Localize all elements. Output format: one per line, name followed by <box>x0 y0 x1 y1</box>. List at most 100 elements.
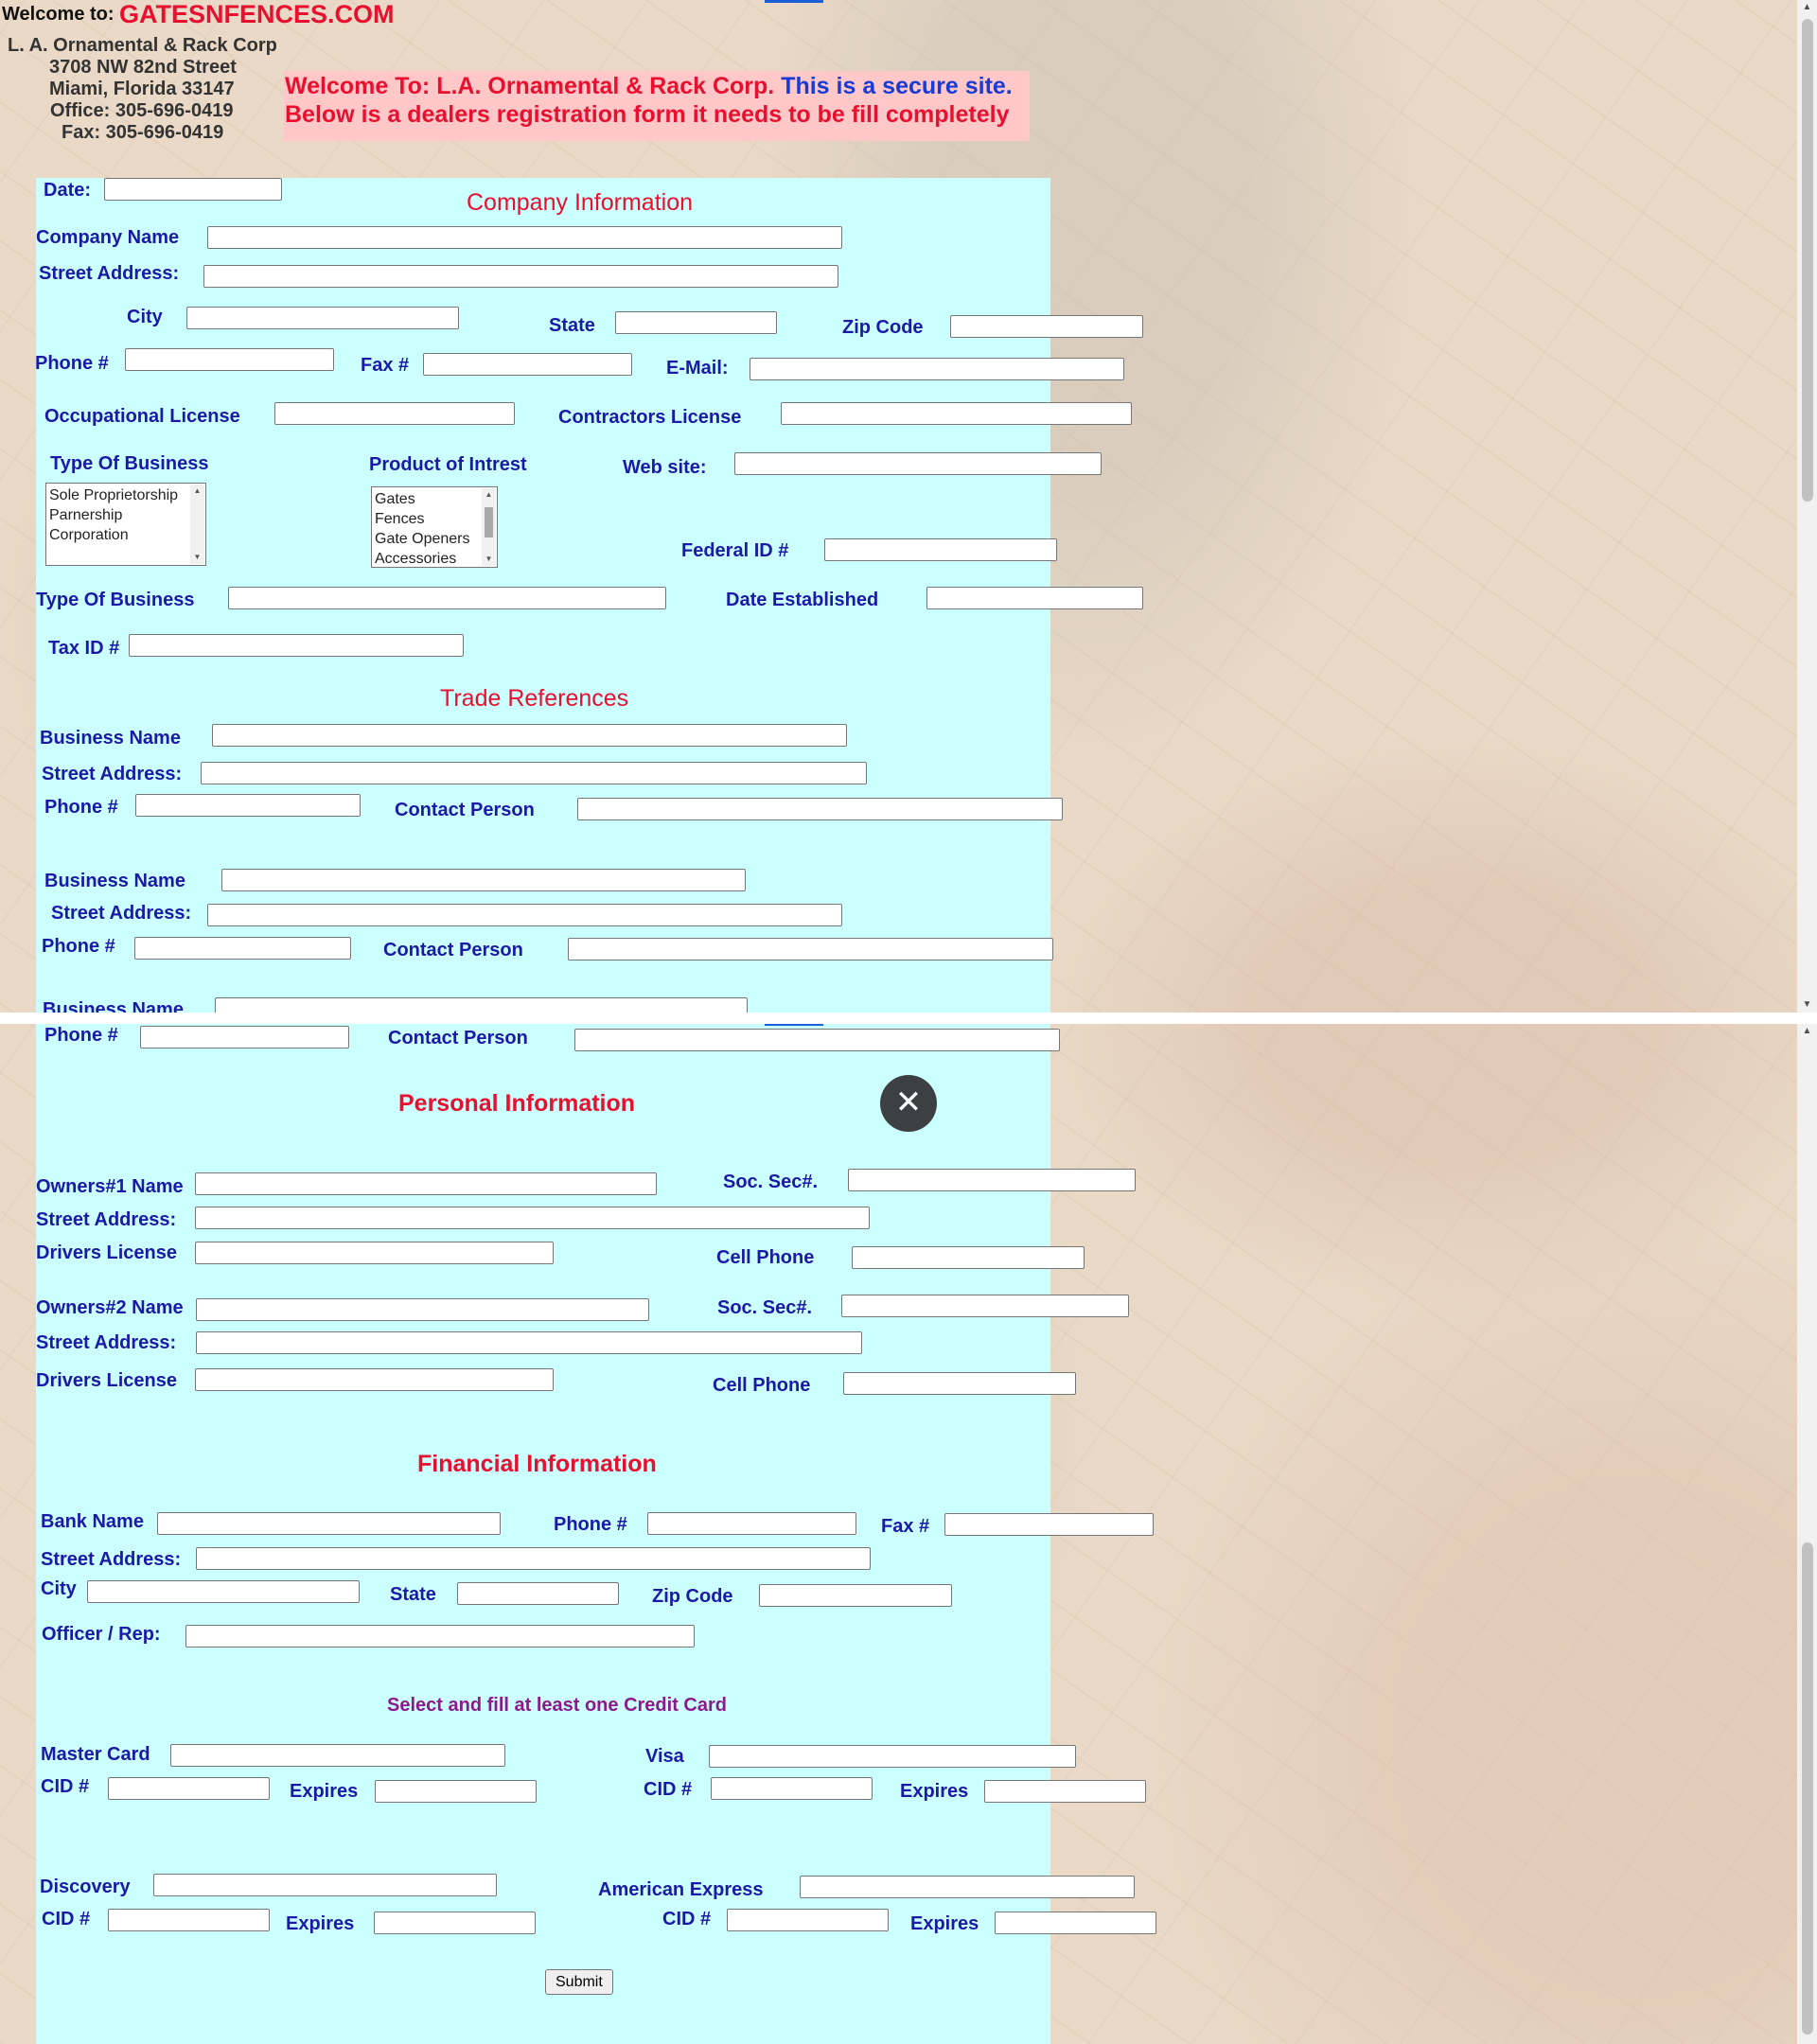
date-input[interactable] <box>104 178 282 201</box>
scroll-thumb[interactable] <box>485 507 493 537</box>
company-city-state: Miami, Florida 33147 <box>49 79 235 99</box>
amex-expires-input[interactable] <box>995 1912 1156 1934</box>
scroll-up-arrow-icon[interactable]: ▲ <box>1797 1024 1817 1039</box>
discovery-expires-input[interactable] <box>374 1912 536 1934</box>
federal-id-input[interactable] <box>824 538 1057 561</box>
owner2-name-input[interactable] <box>196 1298 649 1321</box>
trade1-business-name-input[interactable] <box>212 724 847 747</box>
banner-welcome-text: Welcome To: L.A. Ornamental & Rack Corp. <box>285 73 775 99</box>
owner2-street-input[interactable] <box>196 1331 862 1354</box>
credit-card-note: Select and fill at least one Credit Card <box>387 1695 727 1716</box>
street-address-input[interactable] <box>203 265 838 288</box>
bank-fax-input[interactable] <box>944 1513 1154 1536</box>
listbox-scrollbar[interactable]: ▲ ▼ <box>482 488 496 566</box>
listbox-option[interactable]: Gates <box>375 489 497 509</box>
scroll-up-arrow-icon[interactable]: ▲ <box>482 488 496 502</box>
owner1-cell-input[interactable] <box>852 1246 1085 1269</box>
mastercard-cid-input[interactable] <box>108 1777 270 1800</box>
state-input[interactable] <box>615 311 777 334</box>
phone-input[interactable] <box>125 348 334 371</box>
officer-input[interactable] <box>185 1625 695 1648</box>
close-icon[interactable]: ✕ <box>880 1075 937 1132</box>
email-input[interactable] <box>750 358 1124 380</box>
trade3-business-name-input[interactable] <box>215 997 748 1013</box>
owner1-license-input[interactable] <box>195 1242 554 1264</box>
scroll-thumb[interactable] <box>1802 1542 1813 2035</box>
page-scrollbar[interactable]: ▲ <box>1797 1024 1817 2044</box>
discovery-cid-label: CID # <box>42 1909 91 1929</box>
bank-street-input[interactable] <box>196 1547 871 1570</box>
listbox-option[interactable]: Fences <box>375 509 497 529</box>
bank-city-input[interactable] <box>87 1580 360 1603</box>
product-of-interest-label: Product of Intrest <box>369 454 527 475</box>
owner2-cell-label: Cell Phone <box>713 1375 811 1396</box>
company-name-input[interactable] <box>207 226 842 249</box>
listbox-option[interactable]: Corporation <box>49 525 205 545</box>
listbox-option[interactable]: Parnership <box>49 505 205 525</box>
discovery-cid-input[interactable] <box>108 1909 270 1931</box>
listbox-option[interactable]: Sole Proprietorship <box>49 485 205 505</box>
owner2-ssn-input[interactable] <box>841 1295 1129 1317</box>
scroll-down-arrow-icon[interactable]: ▼ <box>190 551 204 564</box>
trade-phone-label: Phone # <box>44 797 118 818</box>
mastercard-cid-label: CID # <box>41 1776 90 1797</box>
trade1-phone-input[interactable] <box>135 794 361 817</box>
page-scrollbar[interactable]: ▲ ▼ <box>1797 0 1817 1013</box>
owner1-street-input[interactable] <box>195 1207 870 1229</box>
company-name: L. A. Ornamental & Rack Corp <box>8 35 277 56</box>
bank-zip-input[interactable] <box>759 1584 952 1607</box>
trade2-contact-person-input[interactable] <box>568 938 1053 960</box>
financial-info-title: Financial Information <box>417 1451 657 1477</box>
city-input[interactable] <box>186 307 459 329</box>
amex-input[interactable] <box>800 1876 1135 1898</box>
amex-cid-input[interactable] <box>727 1909 889 1931</box>
trade2-business-name-input[interactable] <box>221 869 746 891</box>
trade2-street-address-input[interactable] <box>207 904 842 926</box>
listbox-option[interactable]: Gate Openers <box>375 529 497 549</box>
fax-label: Fax # <box>361 355 410 376</box>
master-card-input[interactable] <box>170 1744 505 1767</box>
site-name-link[interactable]: GATESNFENCES.COM <box>119 0 395 29</box>
company-fax: Fax: 305-696-0419 <box>62 122 224 143</box>
submit-button[interactable]: Submit <box>545 1969 613 1995</box>
date-established-input[interactable] <box>926 587 1143 609</box>
occupational-license-input[interactable] <box>274 402 515 425</box>
scroll-down-arrow-icon[interactable]: ▼ <box>482 553 496 566</box>
mastercard-expires-input[interactable] <box>375 1780 537 1803</box>
tax-id-input[interactable] <box>129 634 464 657</box>
scroll-up-arrow-icon[interactable]: ▲ <box>1797 0 1817 15</box>
discovery-input[interactable] <box>153 1874 497 1896</box>
type-of-business-input[interactable] <box>228 587 666 609</box>
city-label: City <box>127 307 163 327</box>
company-street: 3708 NW 82nd Street <box>49 57 237 78</box>
zip-input[interactable] <box>950 315 1143 338</box>
trade3-contact-person-input[interactable] <box>574 1029 1060 1051</box>
listbox-scrollbar[interactable]: ▲ ▼ <box>190 485 204 564</box>
trade1-street-address-input[interactable] <box>201 762 867 784</box>
visa-cid-input[interactable] <box>711 1777 873 1800</box>
listbox-option[interactable]: Accessories <box>375 549 497 569</box>
contractors-license-input[interactable] <box>781 402 1132 425</box>
trade-business-name-label: Business Name <box>44 871 185 891</box>
trade3-phone-input[interactable] <box>140 1026 349 1048</box>
bank-name-input[interactable] <box>157 1512 501 1535</box>
bank-phone-input[interactable] <box>647 1512 856 1535</box>
owner1-name-input[interactable] <box>195 1172 657 1195</box>
web-site-input[interactable] <box>734 452 1102 475</box>
visa-expires-input[interactable] <box>984 1780 1146 1803</box>
scroll-thumb[interactable] <box>1802 19 1813 502</box>
trade2-phone-input[interactable] <box>134 937 351 960</box>
business-type-listbox[interactable]: Sole Proprietorship Parnership Corporati… <box>45 483 206 566</box>
product-listbox[interactable]: Gates Fences Gate Openers Accessories ▲ … <box>371 486 498 568</box>
scroll-up-arrow-icon[interactable]: ▲ <box>190 485 204 498</box>
owner2-cell-input[interactable] <box>843 1372 1076 1395</box>
owner2-license-input[interactable] <box>195 1368 554 1391</box>
bank-state-input[interactable] <box>457 1582 619 1605</box>
visa-input[interactable] <box>709 1745 1076 1768</box>
trade1-contact-person-input[interactable] <box>577 798 1063 820</box>
fax-input[interactable] <box>423 353 632 376</box>
amex-expires-label: Expires <box>910 1913 979 1934</box>
trade-references-title: Trade References <box>440 685 629 712</box>
owner1-ssn-input[interactable] <box>848 1169 1136 1191</box>
scroll-down-arrow-icon[interactable]: ▼ <box>1797 997 1817 1013</box>
